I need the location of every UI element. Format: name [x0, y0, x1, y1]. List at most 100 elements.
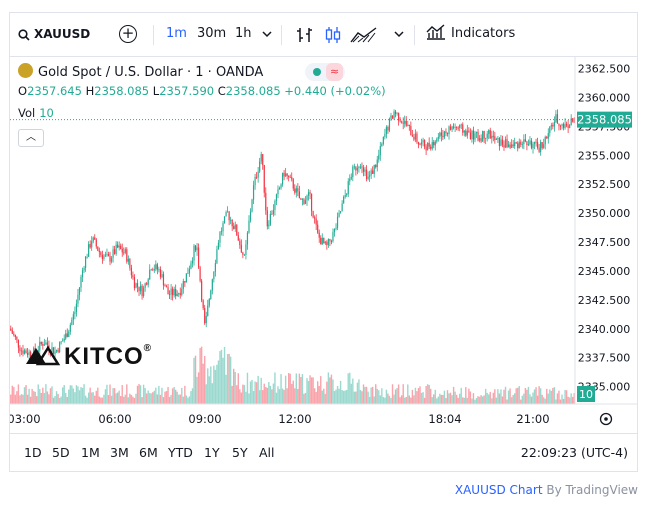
- candle-body: [398, 112, 400, 121]
- interval-1m-button[interactable]: 1m: [166, 23, 187, 45]
- candle-body: [532, 143, 534, 149]
- candle-body: [320, 237, 322, 245]
- interval-30m-button[interactable]: 30m: [197, 23, 226, 45]
- compare-plus-icon[interactable]: +: [119, 25, 137, 43]
- volume-label: Vol: [18, 106, 36, 120]
- candle-body: [117, 244, 119, 248]
- volume-bar: [408, 395, 411, 404]
- volume-bar: [135, 393, 137, 404]
- candle-body: [240, 245, 242, 253]
- volume-bar: [194, 355, 197, 404]
- candle-body: [442, 135, 444, 138]
- candle-body: [176, 293, 178, 297]
- volume-bar: [533, 389, 536, 404]
- candle-body: [448, 126, 450, 135]
- candle-body: [204, 308, 206, 324]
- candle-body: [540, 142, 542, 152]
- volume-legend[interactable]: Vol 10: [18, 106, 54, 120]
- volume-bar: [315, 391, 317, 404]
- candle-body: [135, 283, 137, 288]
- volume-bar: [193, 357, 195, 404]
- range-6m-button[interactable]: 6M: [139, 445, 158, 460]
- volume-bar: [500, 389, 502, 404]
- candle-body: [362, 167, 365, 172]
- candle-body: [518, 141, 520, 149]
- range-1d-button[interactable]: 1D: [24, 445, 42, 460]
- candle-body: [214, 263, 216, 272]
- symbol-search-button[interactable]: XAUUSD: [18, 23, 90, 45]
- volume-bar: [379, 395, 382, 404]
- volume-bar: [223, 346, 226, 404]
- volume-bar: [445, 398, 447, 404]
- axis-settings-icon[interactable]: [599, 412, 613, 426]
- collapse-legend-button[interactable]: ︿: [18, 129, 44, 147]
- volume-bar: [341, 390, 343, 404]
- volume-bar: [287, 373, 290, 404]
- clock-timezone[interactable]: 22:09:23 (UTC-4): [521, 445, 628, 460]
- volume-bar: [503, 389, 505, 404]
- interval-1h-button[interactable]: 1h: [235, 23, 252, 45]
- kitco-watermark-text: KITCO: [64, 343, 144, 370]
- volume-bar: [501, 396, 504, 404]
- volume-bar: [378, 390, 380, 404]
- volume-bar: [440, 394, 443, 404]
- volume-bar: [532, 392, 534, 404]
- volume-bar: [80, 387, 82, 404]
- range-1y-button[interactable]: 1Y: [204, 445, 220, 460]
- candle-body: [324, 241, 326, 244]
- chart-type-chevron-down-icon[interactable]: [394, 31, 404, 39]
- candle-body: [417, 142, 420, 145]
- volume-bar: [396, 387, 398, 404]
- volume-bar: [266, 387, 269, 404]
- candle-body: [295, 188, 297, 193]
- volume-bar: [336, 385, 339, 404]
- candles-chart-type-icon[interactable]: [324, 25, 342, 45]
- indicators-button[interactable]: Indicators: [426, 23, 515, 45]
- range-ytd-button[interactable]: YTD: [168, 445, 193, 460]
- range-5y-button[interactable]: 5Y: [232, 445, 248, 460]
- candle-body: [132, 275, 134, 277]
- volume-bar: [87, 392, 90, 404]
- candle-body: [89, 244, 91, 248]
- volume-bar: [213, 365, 215, 404]
- volume-bar: [488, 394, 490, 404]
- volume-bar: [437, 396, 440, 404]
- volume-value: 10: [39, 106, 54, 120]
- candle-body: [88, 244, 90, 257]
- range-3m-button[interactable]: 3M: [110, 445, 129, 460]
- interval-chevron-down-icon[interactable]: [262, 31, 272, 39]
- volume-bar: [397, 384, 400, 404]
- market-status-pill[interactable]: ≈: [305, 63, 345, 81]
- range-5d-button[interactable]: 5D: [52, 445, 70, 460]
- candle-body: [152, 269, 154, 271]
- range-all-button[interactable]: All: [259, 445, 275, 460]
- time-axis[interactable]: 03:00 06:00 09:00 12:00 18:04 21:00: [10, 412, 550, 426]
- candle-body: [269, 213, 271, 225]
- legend-title-text: Gold Spot / U.S. Dollar · 1 · OANDA: [38, 65, 264, 80]
- volume-bar: [547, 393, 549, 404]
- candle-body: [309, 192, 311, 194]
- volume-bar: [518, 386, 520, 404]
- volume-bar: [459, 393, 461, 404]
- volume-bar: [29, 396, 32, 404]
- volume-bar: [330, 374, 333, 404]
- volume-bar: [113, 388, 116, 404]
- volume-bar: [497, 389, 499, 404]
- candle-body: [147, 279, 149, 285]
- candle-body: [423, 139, 426, 147]
- volume-bar: [465, 387, 467, 404]
- candle-body: [524, 139, 526, 142]
- volume-bar: [489, 391, 491, 404]
- candle-body: [329, 238, 331, 242]
- tradingview-attribution[interactable]: XAUUSD Chart By TradingView: [455, 483, 638, 497]
- candle-body: [440, 132, 442, 136]
- symbol-chart-link[interactable]: XAUUSD Chart: [455, 483, 543, 497]
- candle-body: [410, 125, 412, 136]
- candle-body: [341, 203, 343, 212]
- bars-chart-type-icon[interactable]: [296, 25, 314, 45]
- candle-body: [275, 194, 278, 201]
- symbol-legend[interactable]: Gold Spot / U.S. Dollar · 1 · OANDA: [18, 63, 263, 80]
- area-chart-type-icon[interactable]: [350, 25, 378, 45]
- range-1m-button[interactable]: 1M: [81, 445, 100, 460]
- price-chart[interactable]: 2362.5002360.0002357.5002355.0002352.500…: [10, 57, 637, 433]
